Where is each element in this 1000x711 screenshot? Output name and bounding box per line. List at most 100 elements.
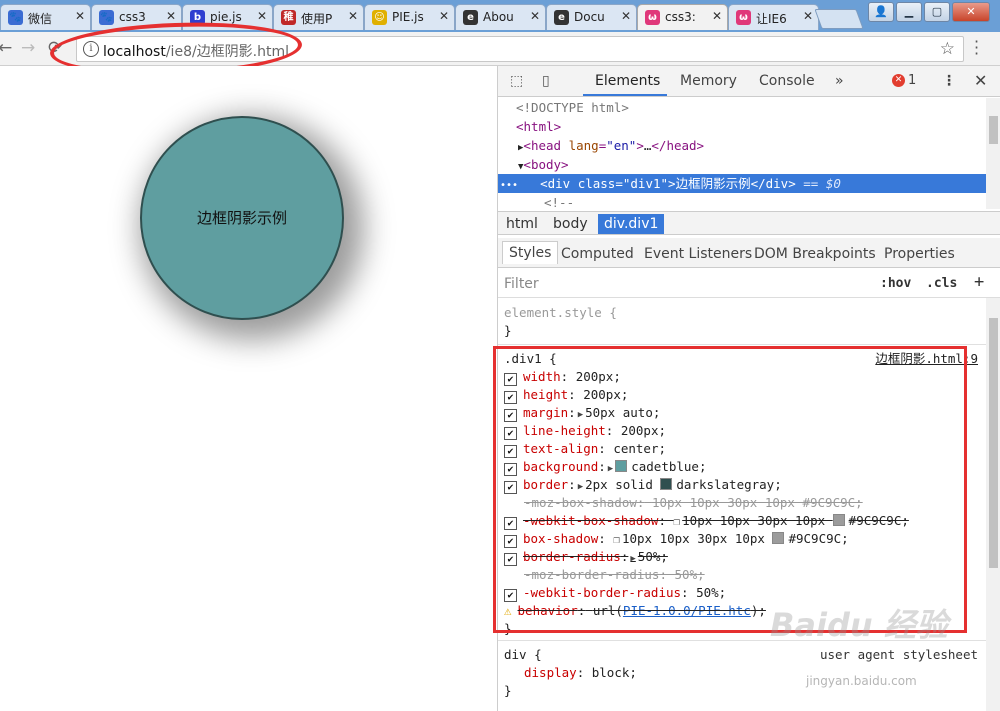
forward-arrow-icon[interactable]: →: [21, 38, 35, 58]
minimize-button[interactable]: ▁: [896, 2, 922, 22]
tab-title: css3: [119, 10, 146, 24]
user-agent-source: user agent stylesheet: [819, 647, 978, 662]
tab-close-icon[interactable]: ✕: [75, 9, 85, 23]
tab-title: Abou: [483, 10, 514, 24]
browser-tab[interactable]: e Docu ✕: [546, 4, 637, 30]
tab-close-icon[interactable]: ✕: [621, 9, 631, 23]
browser-tab[interactable]: ☺ PIE.js ✕: [364, 4, 455, 30]
window-close-button[interactable]: ✕: [952, 2, 990, 22]
div-attr-value: "div1": [622, 176, 669, 191]
expand-triangle-icon[interactable]: ▶: [498, 143, 523, 153]
tree-doctype[interactable]: <!DOCTYPE html>: [498, 98, 986, 117]
tab-close-icon[interactable]: ✕: [439, 9, 449, 23]
inspect-element-icon[interactable]: ⬚: [510, 73, 526, 89]
tab-favicon-icon: 稚: [281, 10, 296, 25]
shadow-circle-div: 边框阴影示例: [140, 116, 344, 320]
tab-favicon-icon: e: [463, 10, 478, 25]
tab-close-icon[interactable]: ✕: [257, 9, 267, 23]
tab-close-icon[interactable]: ✕: [348, 9, 358, 23]
user-icon[interactable]: 👤: [868, 2, 894, 22]
display-property[interactable]: display: block;: [524, 664, 637, 682]
maximize-button[interactable]: ▢: [924, 2, 950, 22]
tab-console[interactable]: Console: [759, 73, 815, 89]
more-dots-icon[interactable]: •••: [498, 180, 518, 191]
tab-close-icon[interactable]: ✕: [166, 9, 176, 23]
div-close: }: [504, 683, 512, 698]
head-tag: head: [530, 138, 562, 153]
subtab-styles[interactable]: Styles: [502, 241, 559, 264]
tab-title: 让IE6: [756, 12, 787, 26]
tab-close-icon[interactable]: ✕: [712, 9, 722, 23]
devtools-toolbar: ⬚ ▯ Elements Memory Console » ✕ 1 ⋮ ✕: [498, 66, 1000, 97]
crumb-body[interactable]: body: [547, 214, 594, 234]
elements-scrollbar[interactable]: [986, 98, 1000, 209]
subtab-properties[interactable]: Properties: [884, 243, 955, 265]
new-tab-button[interactable]: [814, 9, 864, 29]
tree-body[interactable]: ▼<body>: [498, 155, 986, 174]
tab-close-icon[interactable]: ✕: [530, 9, 540, 23]
tab-favicon-icon: ω: [736, 10, 751, 25]
div-attr: class: [577, 176, 616, 191]
baidu-watermark-url: jingyan.baidu.com: [806, 674, 917, 688]
tab-elements[interactable]: Elements: [595, 73, 660, 89]
browser-tab[interactable]: 🐾 微信 ✕: [0, 4, 91, 30]
tab-favicon-icon: e: [554, 10, 569, 25]
error-icon[interactable]: ✕: [892, 74, 905, 87]
comment-text: <!--: [544, 195, 575, 209]
bookmark-star-icon[interactable]: ☆: [940, 39, 955, 59]
div-dollar-ref: == $0: [803, 176, 841, 191]
tab-title: 使用P: [301, 12, 333, 26]
element-style-selector[interactable]: element.style {: [504, 304, 617, 322]
annotation-highlight-box: [493, 346, 967, 633]
browser-menu-icon[interactable]: · · ·: [974, 34, 979, 62]
elements-tree: <!DOCTYPE html> <html> ▶<head lang="en">…: [498, 98, 986, 209]
div-close-tag: </div>: [750, 176, 796, 191]
new-style-rule-icon[interactable]: +: [974, 272, 984, 292]
collapse-triangle-icon[interactable]: ▼: [498, 162, 523, 172]
tree-html[interactable]: <html>: [498, 117, 986, 136]
display-prop-value: block;: [591, 665, 637, 680]
hov-button[interactable]: :hov: [880, 276, 911, 291]
head-close-tag: </head>: [651, 138, 705, 153]
filter-input[interactable]: Filter: [504, 276, 539, 292]
body-open-tag: <body>: [523, 157, 569, 172]
subtab-computed[interactable]: Computed: [561, 243, 634, 265]
tree-selected-div[interactable]: ••• <div class="div1">边框阴影示例</div> == $0: [498, 174, 986, 193]
tab-memory[interactable]: Memory: [680, 73, 737, 89]
browser-tab[interactable]: ω 让IE6 ✕: [728, 4, 819, 30]
more-tabs-icon[interactable]: »: [835, 73, 844, 89]
div-selector[interactable]: div {: [504, 646, 542, 664]
tab-favicon-icon: ω: [645, 10, 660, 25]
subtab-dom-breakpoints[interactable]: DOM Breakpoints: [754, 243, 876, 265]
baidu-watermark-logo: Baidu 经验: [770, 606, 948, 644]
tab-title: Docu: [574, 10, 605, 24]
cls-button[interactable]: .cls: [926, 276, 957, 291]
rule-divider: [498, 344, 986, 345]
crumb-div-div1[interactable]: div.div1: [598, 214, 665, 234]
breadcrumb: html body div.div1: [498, 211, 1000, 235]
elements-scroll-thumb[interactable]: [989, 116, 998, 144]
tab-title: PIE.js: [392, 10, 424, 24]
subtab-event-listeners[interactable]: Event Listeners: [644, 243, 752, 265]
styles-scroll-thumb[interactable]: [989, 318, 998, 568]
page-viewport: 边框阴影示例: [0, 66, 497, 711]
tab-close-icon[interactable]: ✕: [803, 9, 813, 23]
head-attr: lang: [568, 138, 599, 153]
error-count[interactable]: 1: [908, 73, 916, 88]
browser-tab[interactable]: ω css3: ✕: [637, 4, 728, 30]
tree-head[interactable]: ▶<head lang="en">…</head>: [498, 136, 986, 155]
browser-tab[interactable]: e Abou ✕: [455, 4, 546, 30]
browser-tab[interactable]: 稚使用P ✕: [273, 4, 364, 30]
tab-favicon-icon: 🐾: [99, 10, 114, 25]
back-arrow-icon[interactable]: ←: [0, 38, 12, 58]
tree-comment[interactable]: <!--: [498, 193, 986, 209]
devtools-menu-icon[interactable]: ⋮: [942, 73, 956, 89]
device-toolbar-icon[interactable]: ▯: [542, 73, 558, 89]
styles-scrollbar[interactable]: [986, 298, 1000, 711]
active-tab-indicator: [583, 94, 667, 96]
display-prop-name: display: [524, 665, 577, 680]
crumb-html[interactable]: html: [500, 214, 544, 234]
devtools-close-icon[interactable]: ✕: [974, 71, 987, 90]
styles-filter-bar: Filter :hov .cls +: [498, 270, 1000, 298]
tab-favicon-icon: ☺: [372, 10, 387, 25]
